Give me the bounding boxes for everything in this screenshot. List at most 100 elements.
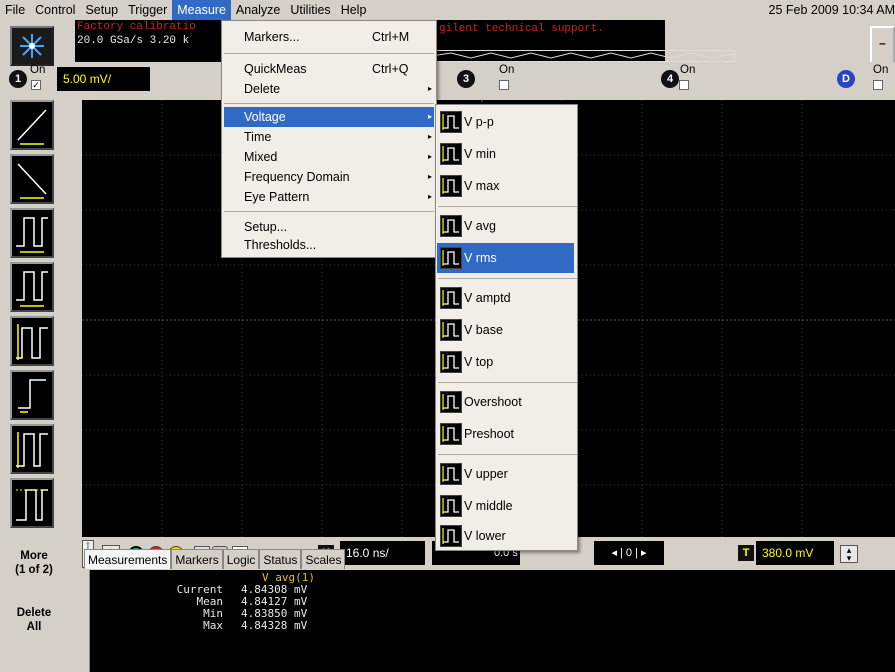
- menu-item-voltage[interactable]: Voltage ▸: [224, 107, 434, 127]
- submenu-item-vavg[interactable]: V avg: [437, 211, 574, 241]
- trigger-spinner-icon[interactable]: ▴ ▾: [840, 545, 858, 563]
- delete-all-button[interactable]: Delete All: [8, 600, 60, 640]
- channel-3-checkbox[interactable]: [499, 80, 509, 90]
- more-label: More: [20, 550, 48, 562]
- submenu-item-vupper[interactable]: V upper: [437, 459, 574, 489]
- submenu-item-vtop[interactable]: V top: [437, 347, 574, 377]
- menu-help[interactable]: Help: [336, 0, 372, 20]
- delete-all-label: All: [26, 621, 42, 633]
- menu-separator: [438, 278, 577, 279]
- channel-3-badge[interactable]: 3: [457, 70, 475, 88]
- menu-separator: [224, 103, 434, 104]
- frequency-button[interactable]: [10, 262, 54, 312]
- more-button[interactable]: More (1 of 2): [8, 545, 60, 585]
- tab-scales[interactable]: Scales: [301, 549, 346, 569]
- rise-time-button[interactable]: [10, 100, 54, 150]
- submenu-item-vpp[interactable]: V p-p: [437, 107, 574, 137]
- measurement-row: Min 4.83850 mV: [78, 608, 378, 620]
- menu-separator: [224, 53, 434, 54]
- menu-item-frequency-domain[interactable]: Frequency Domain ▸: [224, 167, 434, 187]
- pulse-width-button[interactable]: [10, 316, 54, 366]
- status-message-cont: gilent technical support.: [439, 23, 605, 35]
- menu-separator: [438, 454, 577, 455]
- menu-bar: File Control Setup Trigger Measure Analy…: [0, 0, 895, 20]
- submenu-item-preshoot[interactable]: Preshoot: [437, 419, 574, 449]
- menu-separator: [224, 211, 434, 212]
- row-value: 4.84328 mV: [241, 619, 308, 632]
- submenu-item-vrms[interactable]: V rms: [437, 243, 574, 273]
- vtop-icon: [16, 489, 48, 521]
- panel-tabs: Measurements Markers Logic Status Scales: [84, 549, 346, 569]
- pulse-width-icon: [16, 324, 48, 360]
- measurement-toolbar: [0, 96, 75, 536]
- vamplitude-icon: [16, 432, 48, 468]
- channel-1-scale[interactable]: 5.00 mV/: [57, 67, 150, 91]
- row-label: Max: [203, 619, 223, 632]
- submenu-item-vamptd[interactable]: V amptd: [437, 283, 574, 313]
- vlower-icon: [440, 525, 462, 547]
- menu-separator: [438, 206, 577, 207]
- frequency-icon: [16, 271, 48, 307]
- submenu-item-vbase[interactable]: V base: [437, 315, 574, 345]
- channel-4-checkbox[interactable]: [679, 80, 689, 90]
- fall-time-button[interactable]: [10, 154, 54, 204]
- vmiddle-icon: [440, 495, 462, 517]
- menu-file[interactable]: File: [0, 0, 30, 20]
- period-button[interactable]: [10, 208, 54, 258]
- vmin-button[interactable]: [10, 370, 54, 420]
- tab-measurements[interactable]: Measurements: [84, 549, 172, 569]
- tab-markers[interactable]: Markers: [171, 549, 223, 569]
- overshoot-icon: [440, 391, 462, 413]
- measurement-row: Mean 4.84127 mV: [78, 596, 378, 608]
- menu-control[interactable]: Control: [30, 0, 80, 20]
- channel-4-badge[interactable]: 4: [661, 70, 679, 88]
- preshoot-icon: [440, 423, 462, 445]
- submenu-item-vmiddle[interactable]: V middle: [437, 491, 574, 521]
- tab-status[interactable]: Status: [259, 549, 302, 569]
- submenu-item-vlower[interactable]: V lower: [437, 521, 574, 551]
- horizontal-scale[interactable]: 16.0 ns/: [340, 541, 425, 565]
- waveform-overview: [430, 50, 735, 62]
- menu-trigger[interactable]: Trigger: [123, 0, 172, 20]
- vamptd-icon: [440, 287, 462, 309]
- menu-analyze[interactable]: Analyze: [231, 0, 285, 20]
- menu-item-mixed[interactable]: Mixed ▸: [224, 147, 434, 167]
- agilent-logo-button[interactable]: [10, 26, 54, 66]
- voltage-submenu: V p-p V min V max V avg V rms V amptd V …: [435, 104, 578, 551]
- vtop-button[interactable]: [10, 478, 54, 528]
- menu-item-markers[interactable]: Markers... Ctrl+M: [224, 27, 434, 47]
- menu-utilities[interactable]: Utilities: [285, 0, 335, 20]
- measurements-panel: V avg(1) Current 4.84308 mV Mean 4.84127 m…: [78, 570, 895, 672]
- measurements-scrollbar[interactable]: [78, 570, 90, 672]
- vamplitude-button[interactable]: [10, 424, 54, 474]
- datetime-display: 25 Feb 2009 10:34 AM: [768, 3, 895, 17]
- position-control[interactable]: ◂ | 0 | ▸: [594, 541, 664, 565]
- measure-menu: Markers... Ctrl+M QuickMeas Ctrl+Q Delete ▸…: [221, 20, 437, 258]
- menu-measure[interactable]: Measure: [172, 0, 231, 20]
- channel-1-badge[interactable]: 1: [9, 70, 27, 88]
- menu-item-setup[interactable]: Setup...: [224, 217, 434, 237]
- vmin-icon: [440, 143, 462, 165]
- digital-checkbox[interactable]: [873, 80, 883, 90]
- menu-item-quickmeas[interactable]: QuickMeas Ctrl+Q: [224, 59, 434, 79]
- menu-item-eye-pattern[interactable]: Eye Pattern ▸: [224, 187, 434, 207]
- menu-setup[interactable]: Setup: [80, 0, 123, 20]
- vupper-icon: [440, 463, 462, 485]
- submenu-item-vmax[interactable]: V max: [437, 171, 574, 201]
- channel-3-on-label: On: [499, 64, 515, 76]
- menu-item-time[interactable]: Time ▸: [224, 127, 434, 147]
- digital-channel-badge[interactable]: D: [837, 70, 855, 88]
- channel-1-checkbox[interactable]: ✓: [31, 80, 41, 90]
- vpp-icon: [440, 111, 462, 133]
- tab-logic[interactable]: Logic: [222, 549, 260, 569]
- submenu-item-overshoot[interactable]: Overshoot: [437, 387, 574, 417]
- menu-item-delete[interactable]: Delete ▸: [224, 79, 434, 99]
- trigger-badge[interactable]: T: [738, 545, 754, 561]
- menu-item-thresholds[interactable]: Thresholds...: [224, 235, 434, 255]
- submenu-item-vmin[interactable]: V min: [437, 139, 574, 169]
- vtop-icon: [440, 351, 462, 373]
- minimize-button[interactable]: –: [870, 26, 895, 66]
- vbase-icon: [440, 319, 462, 341]
- trigger-level[interactable]: 380.0 mV: [756, 541, 834, 565]
- measurement-row: Current 4.84308 mV: [78, 584, 378, 596]
